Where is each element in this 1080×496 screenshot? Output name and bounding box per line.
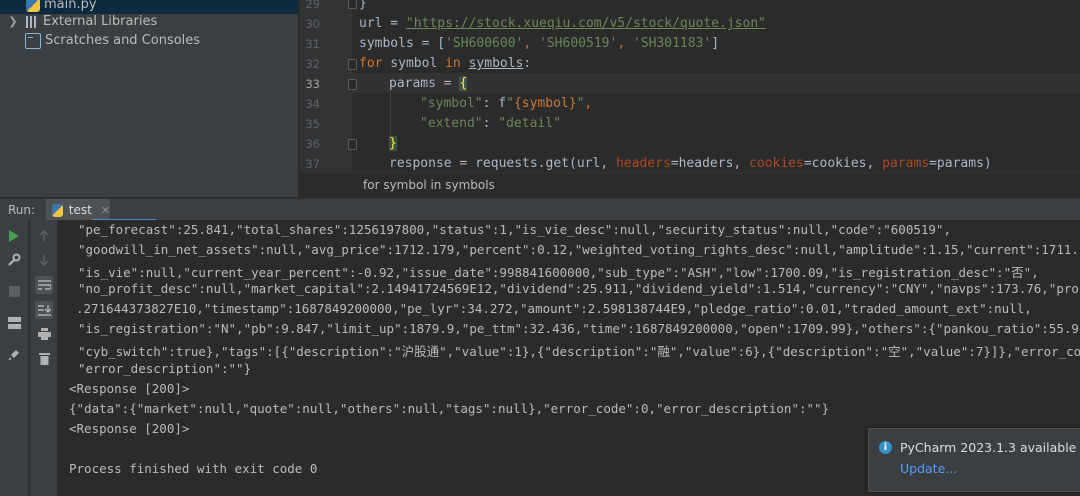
- run-tab-test[interactable]: test ✕: [46, 199, 156, 221]
- wrench-icon[interactable]: [5, 251, 23, 269]
- console-line: "cyb_switch":true},"tags":[{"description…: [78, 344, 1080, 359]
- line-number: 30: [305, 17, 320, 31]
- console-line: "is_registration":"N","pb":9.847,"limit_…: [78, 321, 1079, 336]
- console-line: <Response [200]>: [69, 381, 190, 396]
- run-toolbar-primary: [0, 220, 29, 496]
- tree-item-scratches[interactable]: Scratches and Consoles: [0, 31, 298, 50]
- console-line: "pe_forecast":25.841,"total_shares":1256…: [78, 222, 951, 237]
- console-line: "is_vie":null,"current_year_percent":-0.…: [78, 265, 1039, 280]
- console-line-exit: Process finished with exit code 0: [69, 461, 318, 476]
- console-line: "goodwill_in_net_assets":null,"avg_price…: [78, 242, 1079, 257]
- update-link[interactable]: Update...: [900, 461, 957, 476]
- line-number: 29: [305, 0, 320, 11]
- code-line-30: url = "https://stock.xueqiu.com/v5/stock…: [359, 16, 766, 31]
- line-number: 32: [305, 57, 320, 71]
- layout-icon[interactable]: [5, 314, 23, 332]
- line-number-gutter: 29 30 31 32 33 34 35 36 37: [300, 0, 357, 172]
- console-line: "no_profit_desc":null,"market_capital":2…: [78, 281, 1079, 296]
- arrow-up-icon[interactable]: [35, 227, 53, 245]
- fold-marker-icon[interactable]: [348, 59, 357, 70]
- close-icon[interactable]: ✕: [101, 204, 110, 217]
- tree-item-external-libraries[interactable]: ❯ External Libraries: [0, 12, 298, 31]
- soft-wrap-icon[interactable]: [35, 276, 53, 294]
- tree-item-label: External Libraries: [43, 14, 158, 29]
- line-number-current: 33: [305, 77, 320, 91]
- tree-item-label: main.py: [44, 0, 97, 12]
- console-line: "error_description":""}: [78, 361, 252, 376]
- tree-item-label: Scratches and Consoles: [45, 33, 201, 48]
- code-editor[interactable]: 29 30 31 32 33 34 35 36 37 } url = "http…: [300, 0, 1080, 198]
- library-icon: [25, 15, 39, 29]
- run-tab-label: test: [68, 203, 92, 217]
- rerun-icon[interactable]: [5, 227, 23, 245]
- code-line-37: response = requests.get(url, headers=hea…: [389, 156, 992, 171]
- line-number: 35: [305, 117, 320, 131]
- trash-icon[interactable]: [35, 349, 53, 367]
- code-line-34: "symbol": f"{symbol}",: [420, 96, 593, 111]
- notification-title: PyCharm 2023.1.3 available: [900, 440, 1077, 455]
- fold-marker-icon[interactable]: [348, 79, 357, 90]
- python-file-icon: [26, 0, 40, 12]
- console-line: .271644373827E10,"timestamp":16878492000…: [76, 301, 1032, 316]
- print-icon[interactable]: [35, 325, 53, 343]
- update-notification: i PyCharm 2023.1.3 available Update...: [868, 428, 1080, 492]
- console-line: <Response [200]>: [69, 421, 190, 436]
- chevron-right-icon[interactable]: ❯: [7, 15, 19, 28]
- scroll-to-end-icon[interactable]: [35, 301, 53, 319]
- line-number: 36: [305, 137, 320, 151]
- line-number: 31: [305, 37, 320, 51]
- run-label: Run:: [8, 203, 36, 217]
- project-panel: main.py ❯ External Libraries Scratches a…: [0, 0, 298, 197]
- code-line-36: }: [389, 136, 397, 151]
- fold-marker-icon[interactable]: [348, 139, 357, 150]
- line-number: 34: [305, 97, 320, 111]
- code-line-35: "extend": "detail": [420, 116, 561, 131]
- run-toolbar-secondary: [30, 220, 57, 496]
- scratches-icon: [25, 32, 41, 49]
- info-icon: i: [879, 441, 892, 454]
- arrow-down-icon[interactable]: [35, 251, 53, 269]
- code-line-31: symbols = ['SH600600', 'SH600519', 'SH30…: [359, 36, 720, 51]
- breadcrumb[interactable]: for symbol in symbols: [300, 172, 1080, 198]
- console-line: {"data":{"market":null,"quote":null,"oth…: [69, 401, 830, 416]
- stop-icon[interactable]: [5, 282, 23, 300]
- pin-icon[interactable]: [5, 345, 23, 363]
- code-line-33: params = {: [389, 76, 468, 91]
- fold-marker-icon[interactable]: [348, 0, 357, 9]
- code-line-32: for symbol in symbols:: [359, 56, 532, 71]
- python-file-icon: [52, 203, 63, 217]
- run-tool-header: Run: test ✕: [0, 198, 1080, 221]
- code-line-29: }: [359, 0, 367, 11]
- breadcrumb-item[interactable]: for symbol in symbols: [363, 178, 495, 192]
- line-number: 37: [305, 157, 320, 171]
